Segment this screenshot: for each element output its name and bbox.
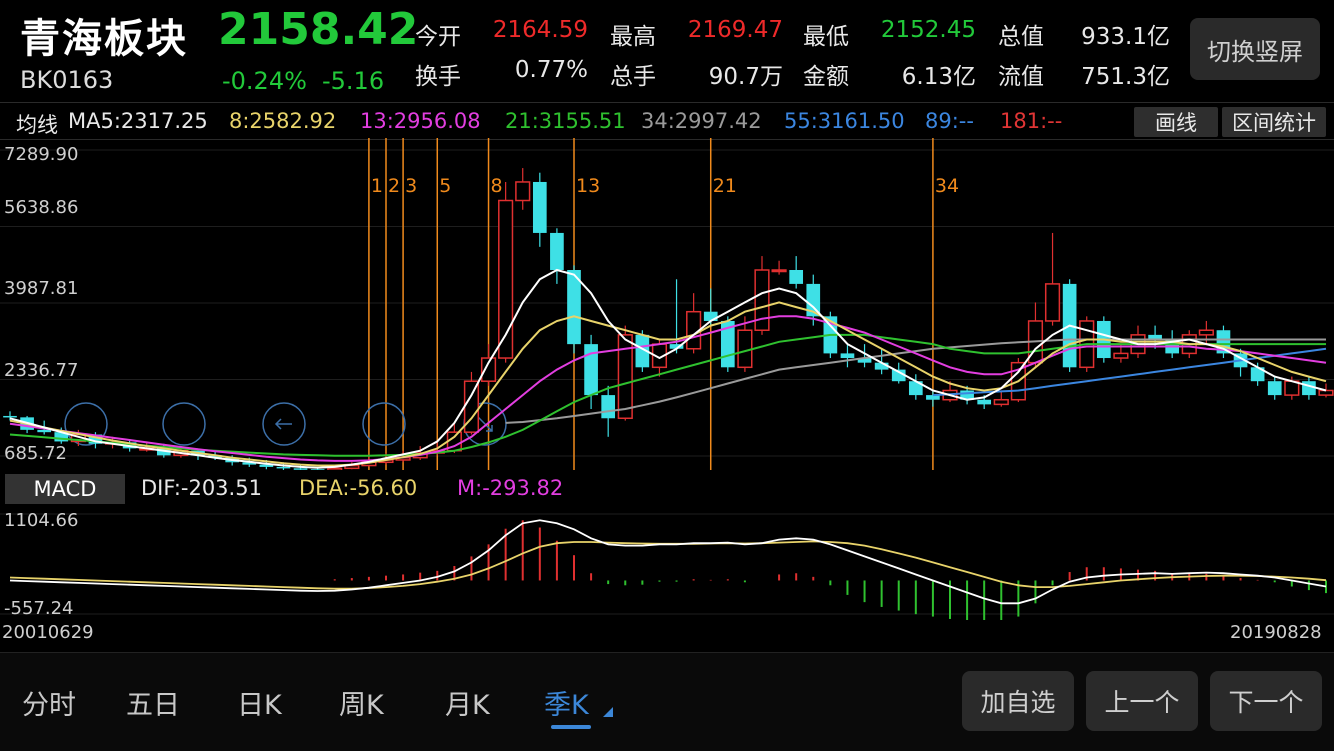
ma-legend-bar: 均线 MA5:2317.25 8:2582.92 13:2956.08 21:3… (0, 102, 1334, 140)
candle (789, 270, 804, 284)
y-tick-2: 5638.86 (4, 197, 79, 218)
candle (1113, 352, 1129, 359)
macd-y-tick-bottom: -557.24 (4, 598, 74, 619)
tab-intraday[interactable]: 分时 (22, 683, 76, 722)
stat-label-high: 最高 (610, 24, 656, 50)
stat-value-open: 2164.59 (492, 17, 588, 43)
ma-item-13: 13:2956.08 (360, 109, 481, 133)
fib-label: 34 (935, 175, 959, 197)
sector-title: 青海板块 (20, 16, 188, 62)
ma8-line (9, 301, 1327, 467)
fib-label: 3 (405, 175, 417, 197)
range-stats-button[interactable]: 区间统计 (1222, 107, 1326, 137)
kline-chart[interactable]: 1 2 3 5 8 13 21 34 (0, 138, 1334, 470)
macd-y-tick-top: 1104.66 (4, 510, 79, 531)
event-marker-arrow (274, 418, 292, 430)
last-price: 2158.42 (218, 4, 419, 55)
stat-value-amount: 6.13亿 (901, 64, 976, 90)
candle (977, 399, 992, 405)
ma-item-5: MA5:2317.25 (68, 109, 208, 133)
candle (754, 269, 770, 331)
x-end-date: 20190828 (1230, 622, 1322, 643)
macd-dif-line (9, 519, 1327, 605)
stat-label-open: 今开 (415, 24, 461, 50)
candle (1044, 283, 1061, 322)
candle (515, 181, 531, 202)
draw-line-button[interactable]: 画线 (1134, 107, 1218, 137)
candle (1198, 329, 1214, 336)
candle (771, 269, 787, 273)
candle (737, 329, 753, 369)
candle (532, 181, 547, 233)
stat-label-turnover: 换手 (415, 64, 461, 90)
candle (601, 395, 616, 419)
y-tick-bottom: 685.72 (4, 443, 67, 464)
active-tab-indicator (551, 725, 591, 729)
macd-dif-value: DIF:-203.51 (141, 476, 262, 500)
switch-portrait-button[interactable]: 切换竖屏 (1190, 18, 1320, 80)
ma-item-55: 55:3161.50 (784, 109, 905, 133)
fib-label: 8 (491, 175, 503, 197)
tab-daily-k[interactable]: 日K (237, 683, 282, 722)
fib-label: 13 (576, 175, 600, 197)
previous-button[interactable]: 上一个 (1086, 671, 1198, 731)
candle (703, 311, 718, 321)
candle (840, 353, 855, 359)
stat-label-low: 最低 (803, 24, 849, 50)
bottom-period-bar: 分时 五日 日K 周K 月K 季K 加自选 上一个 下一个 (0, 652, 1334, 751)
stat-value-volume: 90.7万 (708, 64, 783, 90)
candle (276, 466, 291, 469)
stat-label-total-value: 总值 (998, 24, 1044, 50)
ma-item-34: 34:2997.42 (641, 109, 762, 133)
next-button[interactable]: 下一个 (1210, 671, 1322, 731)
ma5-line (9, 268, 1327, 469)
dropdown-corner-icon (603, 707, 613, 717)
macd-dea-value: DEA:-56.60 (299, 476, 418, 500)
ma-label: 均线 (16, 113, 58, 137)
ma-item-21: 21:3155.51 (505, 109, 626, 133)
ma-item-89: 89:-- (925, 109, 974, 133)
macd-m-value: M:-293.82 (457, 476, 564, 500)
quote-header: 青海板块 BK0163 2158.42 -0.24% -5.16 今开 2164… (0, 0, 1334, 100)
macd-chart (0, 513, 1334, 620)
ma-item-181: 181:-- (1000, 109, 1063, 133)
tab-five-day[interactable]: 五日 (126, 683, 180, 722)
macd-legend-bar: MACD DIF:-203.51 DEA:-56.60 M:-293.82 (0, 470, 1334, 506)
stat-value-low: 2152.45 (880, 17, 976, 43)
candle (993, 398, 1009, 406)
stat-label-float-value: 流值 (998, 64, 1044, 90)
stat-value-total-value: 933.1亿 (1081, 24, 1170, 50)
stat-value-float-value: 751.3亿 (1081, 64, 1170, 90)
tab-weekly-k[interactable]: 周K (339, 683, 384, 722)
macd-indicator-button[interactable]: MACD (5, 474, 125, 504)
change-percent: -0.24% (222, 67, 307, 95)
stat-value-high: 2169.47 (687, 17, 783, 43)
ma-item-8: 8:2582.92 (229, 109, 337, 133)
y-tick-top: 7289.90 (4, 144, 79, 165)
candle (550, 232, 564, 271)
fib-label: 2 (388, 175, 400, 197)
fib-label: 5 (439, 175, 451, 197)
event-marker-icon[interactable] (162, 402, 206, 446)
change-amount: -5.16 (322, 67, 385, 95)
stat-label-volume: 总手 (610, 64, 656, 90)
y-tick-3: 3987.81 (4, 278, 79, 299)
candle (1318, 389, 1334, 396)
tab-quarterly-k[interactable]: 季K (544, 683, 589, 722)
candle (37, 429, 52, 433)
y-tick-4: 2336.77 (4, 360, 79, 381)
sector-code: BK0163 (20, 66, 114, 94)
x-start-date: 20010629 (2, 622, 94, 643)
ma13-line (9, 315, 1327, 462)
fib-label: 1 (371, 175, 383, 197)
tab-monthly-k[interactable]: 月K (445, 683, 490, 722)
stat-value-turnover: 0.77% (514, 57, 588, 83)
fib-label: 21 (713, 175, 737, 197)
macd-dea-line (9, 540, 1327, 590)
candle (1267, 381, 1282, 396)
candle (3, 415, 17, 418)
stat-label-amount: 金额 (803, 64, 849, 90)
add-watchlist-button[interactable]: 加自选 (962, 671, 1074, 731)
